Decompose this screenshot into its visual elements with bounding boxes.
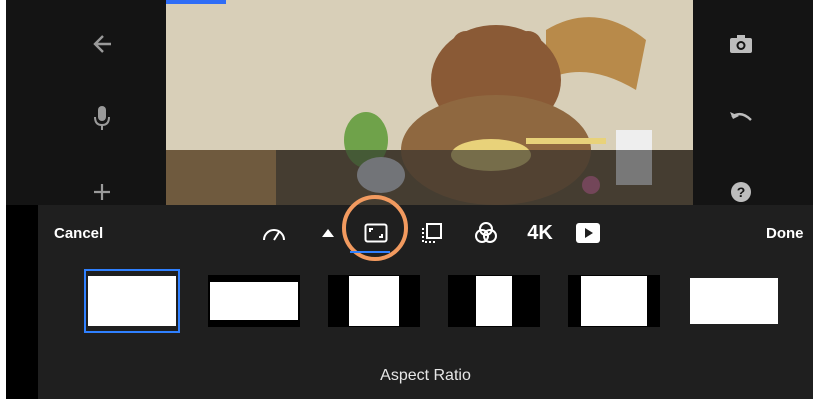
aspect-preview — [210, 282, 298, 320]
aspect-preview — [88, 276, 176, 326]
plus-icon — [94, 184, 110, 200]
aspect-preview — [476, 276, 512, 326]
filters-tool[interactable] — [470, 219, 502, 247]
expand-tool[interactable] — [312, 219, 344, 247]
aspect-option-6[interactable] — [686, 269, 782, 333]
crop-layers-tool[interactable] — [416, 219, 448, 247]
done-button[interactable]: Done — [766, 225, 804, 242]
preview-progress — [166, 0, 226, 4]
aspect-ratio-icon — [364, 223, 388, 243]
aspect-ratio-options — [78, 269, 798, 337]
editor-panel: Cancel Done 4K Aspect Ratio — [38, 195, 813, 399]
cancel-button[interactable]: Cancel — [54, 225, 103, 242]
camera-icon — [730, 35, 752, 53]
aspect-preview — [690, 278, 778, 324]
youtube-tool[interactable] — [572, 219, 604, 247]
back-button[interactable] — [82, 24, 122, 64]
video-editor: ? Cancel Done 4K Aspect Ratio — [6, 0, 813, 399]
speed-icon — [263, 229, 285, 241]
panel-caption: Aspect Ratio — [380, 367, 471, 384]
left-rail — [6, 0, 166, 205]
aspect-option-1[interactable] — [84, 269, 180, 333]
aspect-option-2[interactable] — [206, 269, 302, 333]
aspect-option-5[interactable] — [566, 269, 662, 333]
svg-text:?: ? — [737, 184, 746, 200]
active-tool-indicator — [350, 251, 390, 253]
expand-up-icon — [322, 229, 334, 237]
crop-layers-icon — [422, 223, 442, 243]
undo-button[interactable] — [721, 98, 761, 138]
microphone-icon — [94, 106, 110, 130]
snapshot-button[interactable] — [721, 24, 761, 64]
filters-icon — [475, 222, 497, 243]
right-rail: ? — [693, 0, 813, 205]
back-arrow-icon — [93, 35, 111, 53]
aspect-preview — [349, 276, 399, 326]
youtube-play-icon — [576, 223, 600, 243]
aspect-ratio-tool[interactable] — [360, 219, 392, 247]
video-preview[interactable] — [166, 0, 693, 205]
aspect-option-4[interactable] — [446, 269, 542, 333]
undo-icon — [730, 112, 752, 121]
help-icon: ? — [731, 182, 751, 202]
microphone-button[interactable] — [82, 98, 122, 138]
speed-tool[interactable] — [258, 219, 290, 247]
resolution-4k[interactable]: 4K — [518, 219, 562, 247]
aspect-option-3[interactable] — [326, 269, 422, 333]
aspect-preview — [581, 276, 647, 326]
preview-image — [166, 0, 693, 205]
